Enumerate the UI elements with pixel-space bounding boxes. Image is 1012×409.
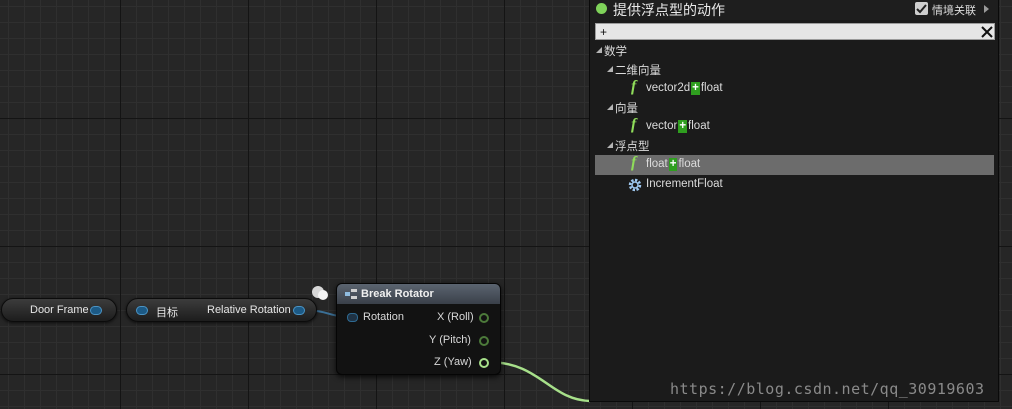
- action-menu-title: 提供浮点型的动作: [613, 2, 725, 18]
- wire-z-yaw: [487, 360, 591, 403]
- action-float-pre: float: [646, 158, 668, 170]
- action-vector2d-pre: vector2d: [646, 82, 691, 94]
- float-type-icon: [596, 3, 607, 14]
- x-roll-label: X (Roll): [437, 311, 474, 323]
- door-frame-output-pin[interactable]: [90, 306, 102, 315]
- break-rotator-node[interactable]: Break Rotator Rotation X (Roll) Y (Pitch…: [336, 283, 501, 375]
- relative-rotation-node[interactable]: 目标 Relative Rotation: [126, 298, 317, 322]
- category-math[interactable]: 数学: [604, 43, 627, 59]
- action-vector-pre: vector: [646, 120, 678, 132]
- action-increment-float[interactable]: IncrementFloat: [646, 178, 723, 190]
- relative-rotation-output-pin[interactable]: [293, 306, 305, 315]
- clear-search-icon[interactable]: [980, 24, 994, 39]
- door-frame-label: Door Frame: [30, 304, 89, 316]
- action-menu[interactable]: 提供浮点型的动作 情境关联 数学 二维向量 f vector2d+float 向…: [589, 0, 999, 402]
- category-vector2d[interactable]: 二维向量: [615, 62, 661, 78]
- x-roll-output-pin[interactable]: [479, 313, 489, 323]
- category-float[interactable]: 浮点型: [615, 138, 650, 154]
- collapse-vector-icon[interactable]: [607, 104, 613, 110]
- rotation-input-label: Rotation: [363, 311, 404, 323]
- target-label: 目标: [156, 307, 178, 319]
- action-vector-post: float: [688, 120, 710, 132]
- y-pitch-output-pin[interactable]: [479, 336, 489, 346]
- context-sensitive-checkbox[interactable]: [915, 2, 928, 15]
- search-input[interactable]: [595, 23, 995, 40]
- category-vector[interactable]: 向量: [615, 100, 638, 116]
- break-rotator-title: Break Rotator: [361, 288, 434, 300]
- search-match-highlight: +: [691, 82, 700, 95]
- checkmark-icon: [916, 4, 927, 14]
- macro-gear-icon: [628, 178, 642, 192]
- y-pitch-label: Y (Pitch): [429, 334, 471, 346]
- search-match-highlight: +: [678, 120, 688, 133]
- function-icon: f: [631, 154, 637, 171]
- break-struct-icon: [345, 289, 357, 299]
- context-sensitive-label[interactable]: 情境关联: [932, 2, 976, 18]
- action-vector2d-post: float: [700, 82, 723, 94]
- door-frame-node[interactable]: Door Frame: [1, 298, 117, 322]
- comment-bubble-icon[interactable]: [310, 284, 330, 302]
- expand-arrow-icon[interactable]: [984, 5, 989, 13]
- z-yaw-output-pin[interactable]: [479, 358, 489, 368]
- function-icon: f: [631, 78, 637, 95]
- collapse-math-icon[interactable]: [596, 47, 602, 53]
- rotation-input-pin[interactable]: [347, 313, 358, 322]
- action-menu-header: 提供浮点型的动作 情境关联: [590, 0, 998, 20]
- function-icon: f: [631, 116, 637, 133]
- action-vector2d-plus-float[interactable]: vector2d + float: [646, 82, 723, 95]
- relative-rotation-label: Relative Rotation: [207, 304, 291, 316]
- search-match-highlight: +: [668, 158, 678, 171]
- collapse-float-icon[interactable]: [607, 142, 613, 148]
- action-float-plus-float[interactable]: float + float: [646, 158, 700, 171]
- collapse-vector2d-icon[interactable]: [607, 66, 613, 72]
- action-float-post: float: [678, 158, 701, 170]
- target-input-pin[interactable]: [136, 306, 148, 315]
- action-vector-plus-float[interactable]: vector + float: [646, 120, 710, 133]
- break-rotator-header[interactable]: Break Rotator: [337, 284, 500, 304]
- z-yaw-label: Z (Yaw): [434, 356, 472, 368]
- watermark: https://blog.csdn.net/qq_30919603: [670, 380, 985, 398]
